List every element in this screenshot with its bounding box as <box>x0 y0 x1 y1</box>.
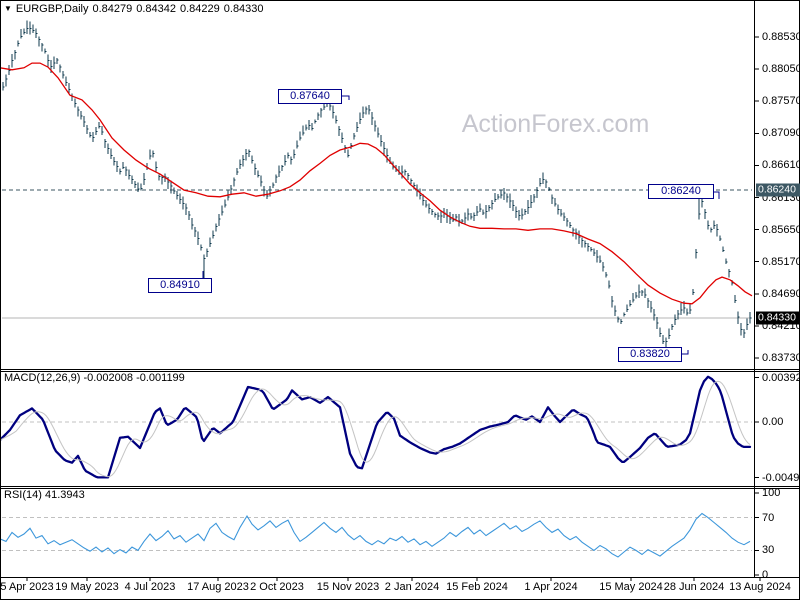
symbol-timeframe-label: EURGBP,Daily <box>15 3 89 15</box>
price-tick-label: 0.87570 <box>762 95 800 108</box>
date-label: 4 Jul 2023 <box>124 581 176 593</box>
date-label: 17 Aug 2023 <box>187 581 249 593</box>
price-bars <box>2 20 752 352</box>
chevron-down-icon[interactable]: ▼ <box>4 4 12 13</box>
price-tick-label: 0.88530 <box>762 31 800 43</box>
price-tick-label: 0.88050 <box>762 63 800 76</box>
price-flag-connector <box>682 350 689 355</box>
forex-chart-window: ▼ EURGBP,Daily 0.84279 0.84342 0.84229 0.8433… <box>0 0 800 600</box>
date-label: 1 Apr 2024 <box>524 581 578 593</box>
price-tick-label: 0.83730 <box>762 352 800 364</box>
close-value: 0.84330 <box>223 3 264 15</box>
date-label: 28 Jun 2024 <box>663 581 725 593</box>
price-badge-0.86240: 0.86240 <box>756 183 800 197</box>
price-tick-label: 0.85170 <box>762 255 800 268</box>
open-value: 0.84279 <box>92 3 133 15</box>
price-flag-087640: 0.87640 <box>278 89 342 104</box>
date-label: 5 Apr 2023 <box>0 581 54 593</box>
low-value: 0.84229 <box>180 3 220 15</box>
date-label: 13 Aug 2024 <box>729 581 791 593</box>
moving-average-line <box>0 62 753 305</box>
price-badge-0.84330: 0.84330 <box>756 311 800 325</box>
price-flag-083820: 0.83820 <box>618 347 682 362</box>
price-tick-label: 0.87090 <box>762 127 800 140</box>
date-label: 2 Oct 2023 <box>250 581 304 593</box>
macd-tick-label: 0.00 <box>762 416 784 428</box>
macd-tick-label: 0.003928 <box>762 371 800 384</box>
date-label: 15 Feb 2024 <box>446 581 508 593</box>
rsi-tick-label: 30 <box>762 544 775 557</box>
price-flag-connector <box>342 95 350 100</box>
price-flag-086240: 0:86240 <box>648 184 714 199</box>
price-tick-label: 0.84690 <box>762 287 800 300</box>
chart-frame <box>0 0 800 600</box>
macd-tick-label: -0.004929 <box>762 471 800 484</box>
rsi-tick-label: 0 <box>762 569 769 581</box>
macd-indicator-label: MACD(12,26,9) -0.002008 -0.001199 <box>4 372 185 384</box>
high-value: 0.84342 <box>136 3 176 15</box>
price-flag-084910: 0.84910 <box>148 278 212 293</box>
price-tick-label: 0.86610 <box>762 159 800 172</box>
rsi-tick-label: 70 <box>762 511 775 524</box>
chart-canvas <box>0 0 800 600</box>
macd-main-line <box>0 375 752 479</box>
rsi-tick-label: 100 <box>762 487 781 499</box>
date-label: 15 May 2024 <box>599 581 663 593</box>
chart-title-bar[interactable]: ▼ EURGBP,Daily 0.84279 0.84342 0.84229 0.8433… <box>4 3 268 15</box>
price-tick-label: 0.85650 <box>762 223 800 236</box>
date-label: 15 Nov 2023 <box>316 581 380 593</box>
rsi-indicator-label: RSI(14) 41.3943 <box>4 489 85 501</box>
price-flag-connector <box>714 191 720 199</box>
date-label: 19 May 2023 <box>55 581 119 593</box>
date-label: 2 Jan 2024 <box>384 581 440 593</box>
actionforex-watermark: ActionForex.com <box>461 110 650 138</box>
